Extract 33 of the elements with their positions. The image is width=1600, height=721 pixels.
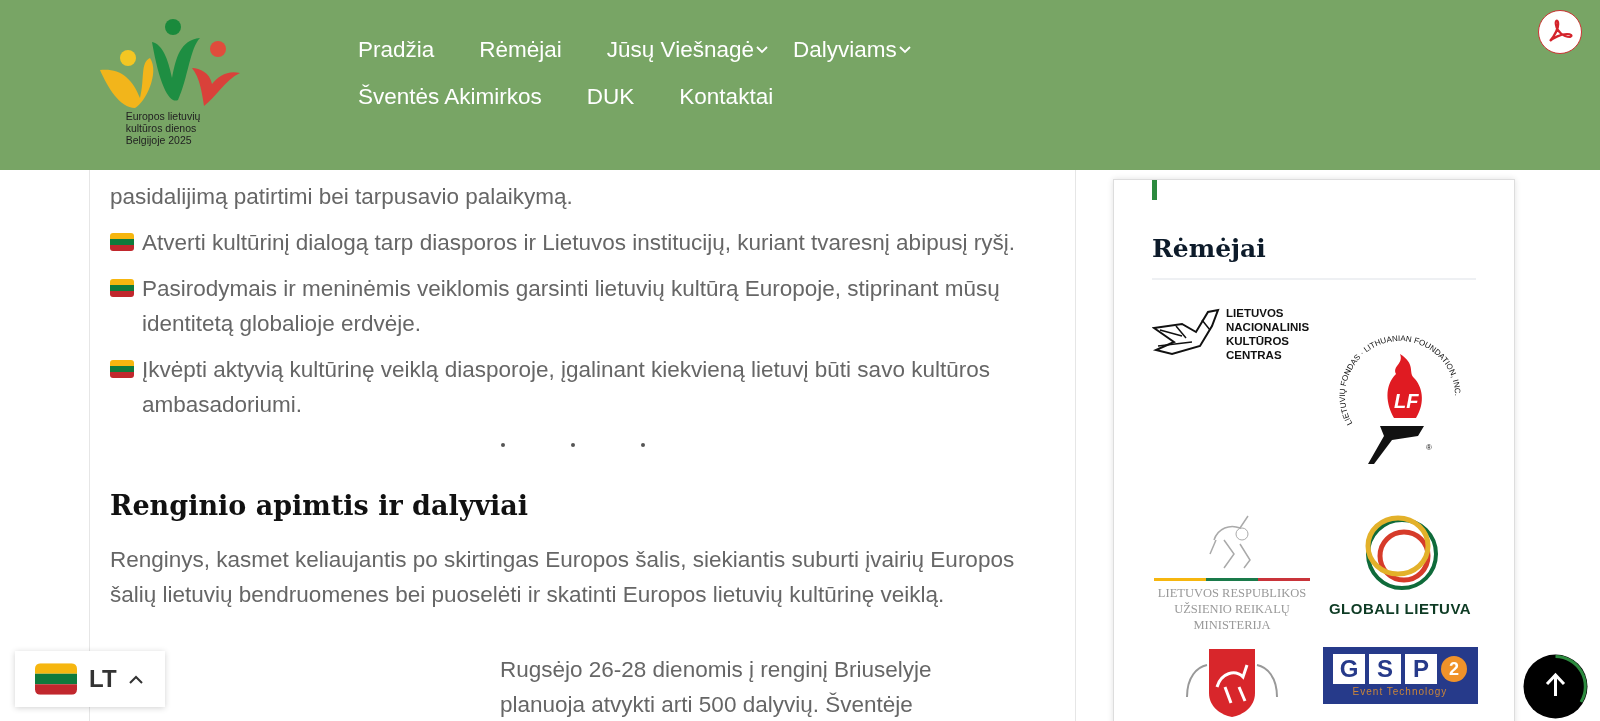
sidebar-title: Rėmėjai — [1152, 232, 1476, 280]
sponsor-name: LIETUVOS NACIONALINIS KULTŪROS CENTRAS — [1226, 306, 1310, 362]
sponsor-name: LIETUVOS RESPUBLIKOS UŽSIENIO REIKALŲ MINISTERIJA — [1157, 585, 1307, 633]
logo-caption: Belgijoje 2025 — [125, 134, 193, 146]
nav-link[interactable]: Kontaktai — [679, 80, 774, 114]
scroll-to-top-button[interactable] — [1523, 654, 1588, 719]
logo-caption: Europos lietuvių — [125, 110, 201, 122]
paragraph: pasidalijimą patirtimi bei tarpusavio palaikymą. — [110, 183, 574, 211]
chevron-up-icon — [128, 674, 143, 684]
section-heading: Renginio apimtis ir dalyviai — [110, 489, 530, 523]
pdf-button[interactable] — [1538, 10, 1582, 54]
nav-link[interactable]: Dalyviams — [793, 33, 911, 67]
lithuania-flag-icon — [110, 233, 134, 251]
nav-link[interactable]: DUK — [586, 80, 635, 114]
flag-icon — [35, 663, 77, 695]
goal-text: Atverti kultūrinį dialogą tarp diasporos ir Lietuvos institucijų, kuriant tvaresnį abipusį ryšį. — [142, 229, 1015, 257]
lithuania-flag-icon — [110, 360, 134, 378]
logo-caption: kultūros dienos — [125, 122, 198, 134]
language-switcher[interactable]: LT — [15, 651, 165, 707]
paragraph: Renginys, kasmet keliaujantis po skirtingas Europos šalis, siekiantis suburti įvairių Europos šalių lietuvių bendruomenes bei puoselėti ir skatinti Europos lietuvių kultūrinę veiklą. — [110, 546, 1016, 609]
goal-text: Pasirodymais ir meninėmis veiklomis garsinti lietuvių kultūrą Europoje, stiprinant mūsų identitetą globalioje erdvėje. — [142, 275, 1001, 338]
goal-text: Įkvėpti aktyvią kultūrinę veiklą diasporoje, įgalinant kiekvieną lietuvį būti savo kultūros ambasadoriumi. — [142, 356, 991, 419]
paragraph: Rugsėjo 26-28 dienomis į renginį Briuselyje planuoja atvykti arti 500 dalyvių. Šventėje — [500, 656, 933, 719]
nav-link[interactable]: Pradžia — [358, 33, 435, 67]
nav-link[interactable]: Rėmėjai — [479, 33, 562, 67]
nav-link[interactable]: Šventės Akimirkos — [358, 80, 542, 114]
nav-link[interactable]: Jūsų Viešnagė — [606, 33, 769, 67]
bird-logo-icon — [1152, 306, 1220, 356]
pdf-icon — [1547, 19, 1573, 45]
lithuania-flag-icon — [110, 279, 134, 297]
gsp-logo: G S P 2 Event Technology — [1322, 647, 1478, 704]
accent-bar — [1152, 180, 1157, 200]
sponsor-name: GLOBALI LIETUVA — [1328, 600, 1472, 617]
